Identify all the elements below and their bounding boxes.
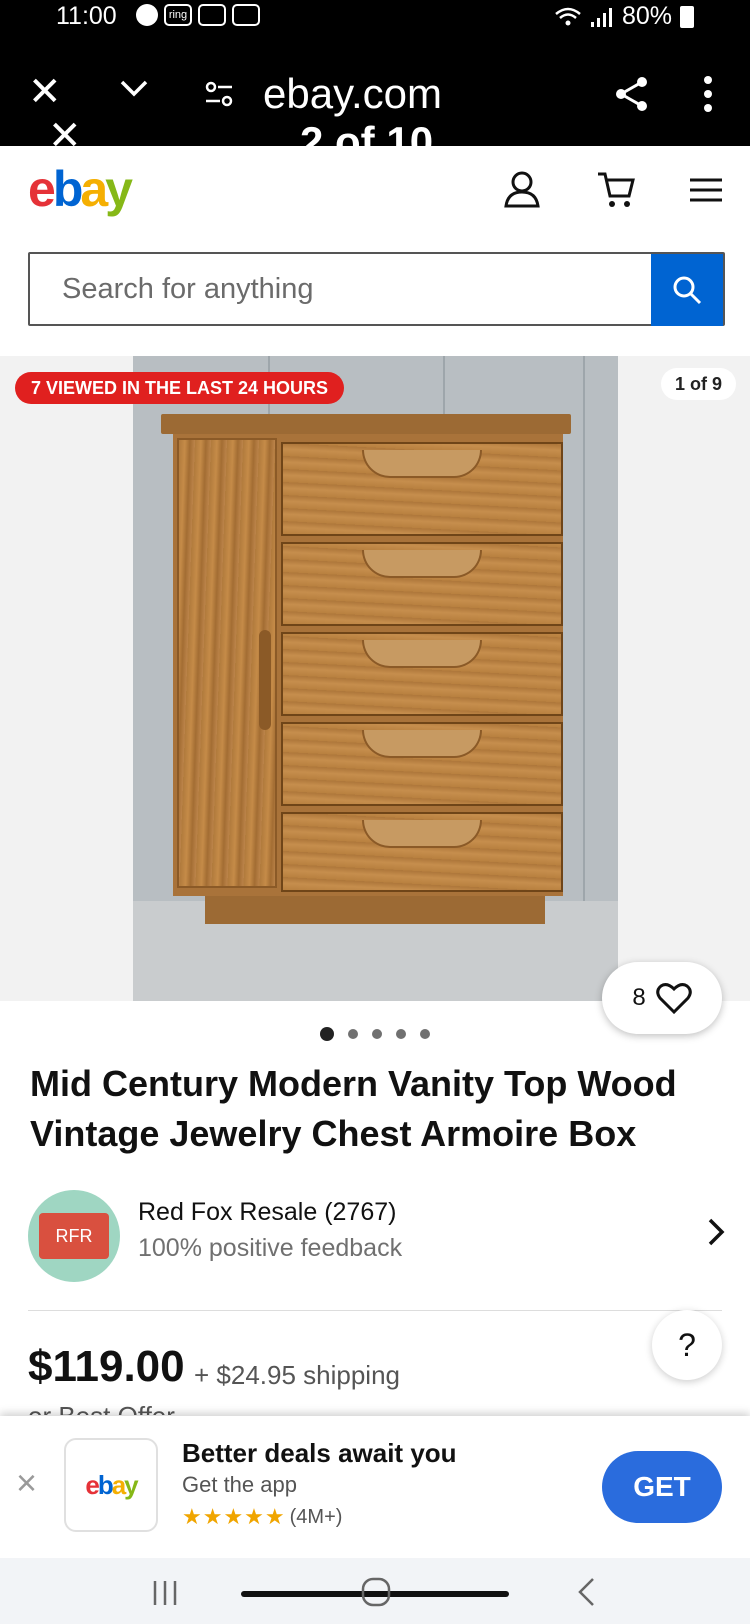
messenger-icon — [136, 4, 158, 26]
logo-letter: e — [28, 161, 56, 217]
viewed-badge: 7 VIEWED IN THE LAST 24 HOURS — [15, 372, 345, 404]
banner-subtitle: Get the app — [182, 1472, 297, 1497]
watch-button[interactable]: 8 — [602, 962, 722, 1034]
cart-icon[interactable] — [596, 170, 636, 210]
site-header: ebay — [0, 146, 750, 246]
wifi-icon — [555, 7, 581, 25]
image-counter: 1 of 9 — [660, 368, 736, 400]
url-text[interactable]: ebay.com — [263, 70, 442, 118]
app-logo: ebay — [64, 1438, 158, 1532]
ebay-logo[interactable]: ebay — [28, 160, 133, 218]
shipping-cost: + $24.95 shipping — [194, 1360, 401, 1390]
jewelry-chest-image — [161, 414, 571, 924]
listing-title: Mid Century Modern Vanity Top Wood Vinta… — [30, 1063, 677, 1154]
seller-name: Red Fox Resale (2767) — [138, 1198, 397, 1226]
close-banner-icon[interactable]: × — [16, 1462, 37, 1504]
back-icon[interactable] — [575, 1576, 597, 1608]
get-app-button[interactable]: GET — [602, 1451, 722, 1523]
carousel-dots — [320, 1027, 430, 1041]
logo-letter: a — [111, 1469, 127, 1500]
carousel-dot[interactable] — [348, 1029, 358, 1039]
ring-icon: ring — [164, 4, 192, 26]
rating-stars: ★★★★★ — [182, 1504, 286, 1529]
carousel-dot[interactable] — [396, 1029, 406, 1039]
seller-avatar: RFR — [28, 1190, 120, 1282]
user-icon[interactable] — [503, 170, 541, 210]
search-bar — [28, 252, 725, 326]
logo-letter: b — [97, 1469, 114, 1500]
help-button[interactable]: ? — [652, 1310, 722, 1380]
seller-feedback: 100% positive feedback — [138, 1234, 403, 1262]
search-icon — [673, 276, 702, 305]
recents-icon[interactable] — [150, 1578, 180, 1608]
home-icon[interactable] — [360, 1576, 392, 1608]
rating-count: (4M+) — [289, 1505, 343, 1528]
status-right: 80% — [554, 2, 694, 31]
logo-letter: e — [85, 1469, 100, 1500]
best-offer: or Best Offer — [28, 1399, 175, 1415]
app-rating: ★★★★★ (4M+) — [182, 1504, 342, 1530]
seller-card[interactable]: RFR Red Fox Resale (2767) 100% positive … — [28, 1190, 728, 1282]
logo-letter: a — [80, 161, 108, 217]
chevron-right-icon[interactable] — [706, 1216, 726, 1248]
logo-letter: b — [52, 161, 83, 217]
menu-icon[interactable] — [688, 170, 724, 210]
price: $119.00 — [28, 1342, 185, 1391]
close-icon: ✕ — [48, 114, 82, 146]
chevron-down-icon[interactable] — [118, 76, 150, 100]
carousel-dot[interactable] — [372, 1029, 382, 1039]
battery-icon — [680, 5, 694, 28]
carousel-dot[interactable] — [420, 1029, 430, 1039]
status-time: 11:00 — [56, 2, 117, 30]
search-input[interactable] — [30, 254, 651, 324]
carousel-dot[interactable] — [320, 1027, 334, 1041]
share-icon[interactable] — [612, 74, 652, 114]
watch-count: 8 — [632, 984, 646, 1011]
divider — [28, 1310, 722, 1311]
heart-icon — [655, 983, 692, 1014]
system-nav-bar — [0, 1558, 750, 1624]
instagram-icon — [198, 4, 226, 26]
seller-avatar-text: RFR — [39, 1213, 109, 1259]
logo-letter: y — [105, 161, 133, 217]
logo-letter: y — [124, 1469, 139, 1500]
signal-icon — [590, 7, 612, 27]
search-button[interactable] — [651, 254, 723, 326]
app-install-banner: × ebay Better deals await you Get the ap… — [0, 1416, 750, 1558]
gallery-icon — [232, 4, 260, 26]
close-icon[interactable]: ✕ — [28, 72, 62, 112]
product-photo[interactable] — [133, 356, 618, 1001]
tab-counter: 2 of 10 — [300, 118, 434, 146]
tune-icon[interactable] — [204, 80, 234, 108]
status-bar: 11:00 ring 80% — [0, 0, 750, 34]
image-gallery[interactable]: 7 VIEWED IN THE LAST 24 HOURS 1 of 9 — [0, 356, 750, 1001]
browser-toolbar: ✕ ebay.com ✕ 2 of 10 — [0, 34, 750, 146]
banner-title: Better deals await you — [182, 1438, 457, 1468]
battery-percent: 80% — [621, 2, 672, 30]
more-icon[interactable] — [700, 74, 716, 114]
notification-icons: ring — [136, 4, 260, 26]
